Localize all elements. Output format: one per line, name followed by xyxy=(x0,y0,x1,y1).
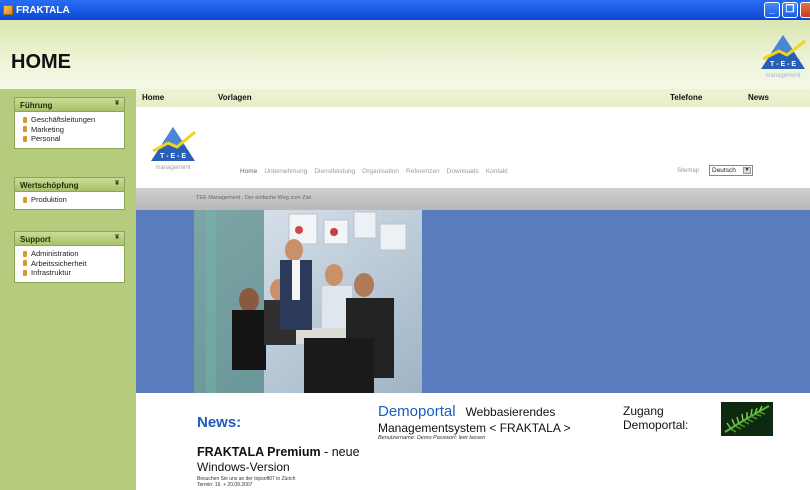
app-header: HOME T - E - E management xyxy=(0,20,810,89)
sidebar-item-administration[interactable]: Administration xyxy=(15,249,124,259)
site-logo[interactable]: T - E - E management xyxy=(148,123,198,173)
news-title-bold: FRAKTALA Premium xyxy=(197,445,321,459)
tagline: TEE Management : Der einfache Weg zum Zi… xyxy=(196,195,312,201)
sidebar-item-label: Infrastruktur xyxy=(31,268,72,277)
chevron-down-icon[interactable]: ▼ xyxy=(743,167,751,174)
site-nav-downloads[interactable]: Downloads xyxy=(447,168,479,175)
svg-text:management: management xyxy=(155,165,190,171)
person-icon xyxy=(23,126,27,133)
panel-title: Führung xyxy=(20,101,53,110)
sidebar-item-label: Produktion xyxy=(31,195,67,204)
sidebar-item-label: Arbeitssicherheit xyxy=(31,258,87,268)
language-select[interactable]: Deutsch ▼ xyxy=(709,165,753,176)
panel-header[interactable]: Support ¥ xyxy=(15,232,124,246)
news-title-rest: - neue xyxy=(320,445,360,459)
panel-header[interactable]: Führung ¥ xyxy=(15,98,124,112)
news-subtitle: Windows-Version xyxy=(197,460,290,474)
sidebar-item-personal[interactable]: Personal xyxy=(15,134,124,144)
demo-word: Demoportal xyxy=(378,403,456,420)
site-nav-kontakt[interactable]: Kontakt xyxy=(486,168,508,175)
panel-support: Support ¥ Administration Arbeitssicherhe… xyxy=(14,231,125,283)
sidebar-item-arbeitssicherheit[interactable]: Arbeitssicherheit xyxy=(15,259,124,269)
news-details: Besuchen Sie uns an der topsoft07 in Zür… xyxy=(197,476,295,488)
panel-title: Support xyxy=(20,235,51,244)
embedded-website: T - E - E management Home Unternehmung D… xyxy=(136,107,810,490)
sidebar-item-infrastruktur[interactable]: Infrastruktur xyxy=(15,268,124,278)
demo-heading: Demoportal Webbasierendes Managementsyst… xyxy=(378,404,598,436)
top-menu: Home Vorlagen Telefone News xyxy=(136,89,810,107)
svg-text:T - E - E: T - E - E xyxy=(160,153,186,160)
window-controls: _ ❐ xyxy=(764,2,810,18)
svg-text:T - E - E: T - E - E xyxy=(770,61,796,68)
minimize-icon[interactable]: _ xyxy=(764,2,780,18)
site-nav-unternehmung[interactable]: Unternehmung xyxy=(264,168,307,175)
collapse-icon[interactable]: ¥ xyxy=(115,100,119,107)
menu-vorlagen[interactable]: Vorlagen xyxy=(218,93,252,102)
demo-text-2: Managementsystem < FRAKTALA > xyxy=(378,421,571,435)
site-nav-dienstleistung[interactable]: Dienstleistung xyxy=(314,168,355,175)
window-titlebar: FRAKTALA _ ❐ xyxy=(0,0,810,20)
team-meeting-photo xyxy=(194,210,422,393)
panel-fuehrung: Führung ¥ Geschäftsleitungen Marketing P… xyxy=(14,97,125,149)
panel-header[interactable]: Wertschöpfung ¥ xyxy=(15,178,124,192)
menu-news[interactable]: News xyxy=(748,93,769,102)
person-icon xyxy=(23,116,27,123)
demo-login-note: Benutzername: Demo Passwort: leer lassen xyxy=(378,435,486,441)
sidebar-item-label: Personal xyxy=(31,134,61,143)
sidebar-item-marketing[interactable]: Marketing xyxy=(15,125,124,135)
sidebar-item-produktion[interactable]: Produktion xyxy=(15,195,124,205)
sidebar: Führung ¥ Geschäftsleitungen Marketing P… xyxy=(0,89,136,490)
window-title: FRAKTALA xyxy=(16,4,70,16)
panel-wertschoepfung: Wertschöpfung ¥ Produktion xyxy=(14,177,125,210)
app-icon xyxy=(3,5,13,15)
site-nav-referenzen[interactable]: Referenzen xyxy=(406,168,440,175)
sidebar-item-label: Geschäftsleitungen xyxy=(31,115,96,124)
tagline-bar: TEE Management : Der einfache Weg zum Zi… xyxy=(136,188,810,210)
svg-text:management: management xyxy=(765,73,800,79)
demo-text: Webbasierendes xyxy=(465,405,556,419)
sitemap-link[interactable]: Sitemap xyxy=(677,168,699,174)
menu-telefone[interactable]: Telefone xyxy=(670,93,702,102)
site-nav-organisation[interactable]: Organisation xyxy=(362,168,399,175)
person-icon xyxy=(23,250,27,257)
tee-logo: T - E - E management xyxy=(761,35,806,79)
fern-image-link[interactable] xyxy=(721,402,773,436)
zugang-line-2: Demoportal: xyxy=(623,418,689,432)
news-heading: News: xyxy=(197,414,242,431)
restore-icon[interactable]: ❐ xyxy=(782,2,798,18)
zugang-line-1: Zugang xyxy=(623,404,664,418)
sidebar-item-label: Administration xyxy=(31,249,79,258)
news-detail-line: Termin: 19. + 20.09.2007 xyxy=(197,482,253,488)
sidebar-item-geschaeftsleitungen[interactable]: Geschäftsleitungen xyxy=(15,115,124,125)
panel-title: Wertschöpfung xyxy=(20,181,79,190)
collapse-icon[interactable]: ¥ xyxy=(115,234,119,241)
site-nav: Home Unternehmung Dienstleistung Organis… xyxy=(240,168,508,175)
site-header: T - E - E management Home Unternehmung D… xyxy=(136,107,810,182)
close-icon[interactable] xyxy=(800,2,810,18)
person-icon xyxy=(23,260,27,267)
person-icon xyxy=(23,269,27,276)
sidebar-item-label: Marketing xyxy=(31,124,64,134)
language-value: Deutsch xyxy=(712,167,736,174)
person-icon xyxy=(23,135,27,142)
site-nav-home[interactable]: Home xyxy=(240,168,257,175)
page-title: HOME xyxy=(11,51,71,73)
menu-home[interactable]: Home xyxy=(142,93,164,102)
news-title[interactable]: FRAKTALA Premium - neue xyxy=(197,445,360,459)
collapse-icon[interactable]: ¥ xyxy=(115,180,119,187)
zugang-label: Zugang Demoportal: xyxy=(623,404,688,432)
person-icon xyxy=(23,196,27,203)
